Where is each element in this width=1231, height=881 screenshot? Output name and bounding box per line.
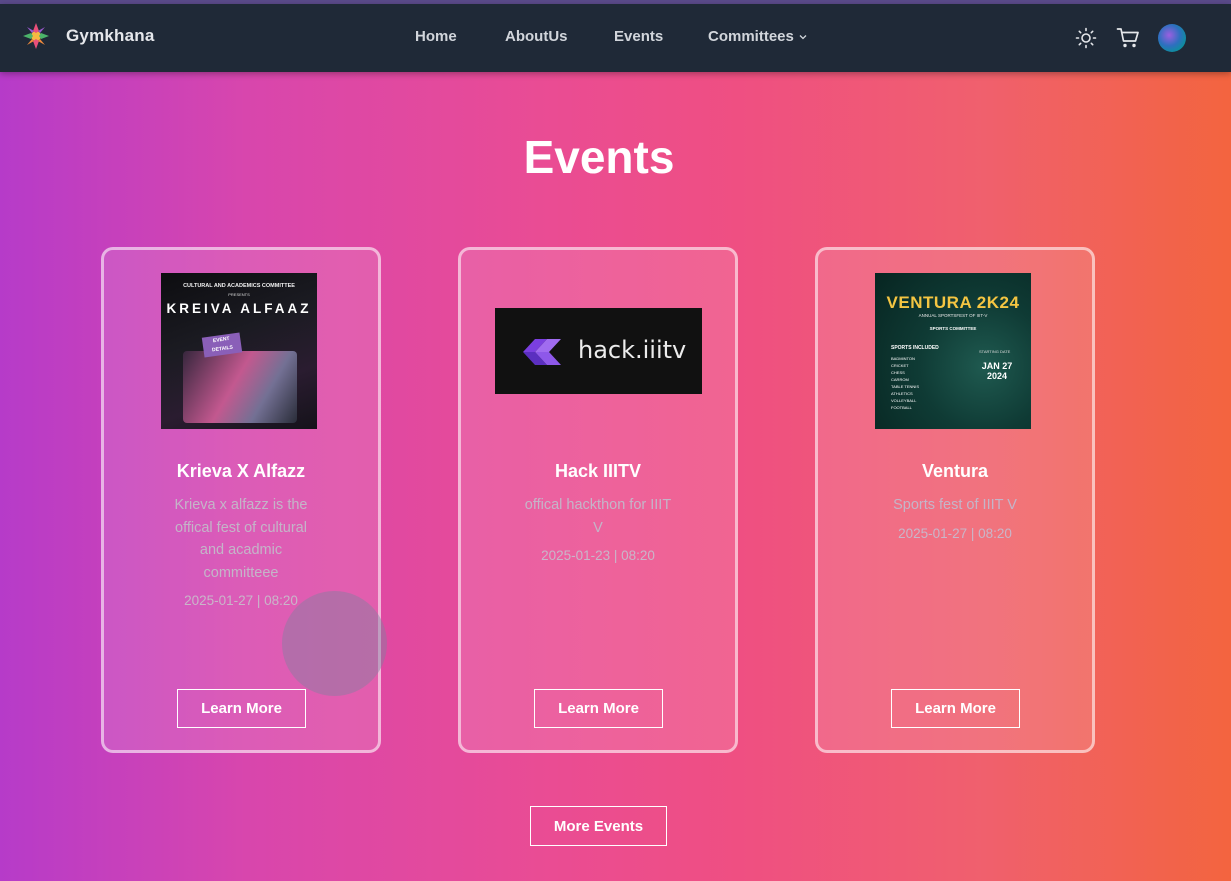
nav-aboutus[interactable]: AboutUs [505, 28, 568, 45]
theme-toggle-button[interactable] [1074, 26, 1098, 50]
learn-more-button[interactable]: Learn More [177, 689, 306, 728]
brand-name: Gymkhana [66, 26, 155, 45]
sport-item: FOOTBALL [891, 405, 912, 410]
sport-item: VOLLEYBALL [891, 398, 917, 403]
event-description: Sports fest of IIIT V [893, 497, 1017, 513]
event-date: 2025-01-27 | 08:20 [898, 526, 1012, 541]
poster-sports-heading: SPORTS INCLUDED [891, 345, 939, 351]
sport-item: BADMINTON [891, 356, 915, 361]
poster-details-panel [183, 351, 297, 423]
cart-button[interactable] [1116, 26, 1140, 50]
event-title: Ventura [921, 461, 989, 481]
poster-starting-label: STARTING DATE [979, 349, 1011, 354]
cursor-highlight [282, 591, 387, 696]
sport-item: CHESS [891, 370, 905, 375]
event-card-hack-iiitv: hack.iiitv Hack IIITV offical hackthon f… [458, 247, 738, 753]
event-date: 2025-01-23 | 08:20 [541, 548, 655, 563]
nav-committees[interactable]: Committees [708, 28, 808, 45]
avatar[interactable] [1158, 24, 1186, 52]
learn-more-button[interactable]: Learn More [534, 689, 663, 728]
poster-start-date: JAN 27 2024 [981, 361, 1013, 381]
poster-main-title: KREIVA ALFAAZ [166, 301, 312, 316]
cart-icon [1116, 28, 1139, 48]
hack-iiitv-logo-text: hack.iiitv [578, 336, 687, 364]
brand[interactable]: Gymkhana [20, 20, 155, 52]
poster-sub-text: PRESENTS [228, 292, 250, 297]
more-events-button[interactable]: More Events [530, 806, 667, 846]
event-poster-ventura: VENTURA 2K24 ANNUAL SPORTSFEST OF IIIT-V… [875, 273, 1031, 429]
event-description: Krieva x alfazz is the offical fest of c… [174, 497, 308, 581]
nav-committees-label: Committees [708, 28, 794, 45]
sport-item: CARROM [891, 377, 909, 382]
learn-more-button[interactable]: Learn More [891, 689, 1020, 728]
sport-item: ATHLETICS [891, 391, 913, 396]
event-title: Krieva X Alfazz [176, 461, 306, 481]
poster-title: VENTURA 2K24 [886, 293, 1020, 312]
nav-events[interactable]: Events [614, 28, 663, 45]
poster-committee: SPORTS COMMITTEE [929, 326, 977, 331]
event-title: Hack IIITV [554, 461, 642, 481]
gymkhana-logo-icon [23, 23, 49, 49]
event-poster-hack-iiitv: hack.iiitv [495, 308, 702, 394]
nav-icons [1074, 24, 1186, 52]
event-poster-krieva: CULTURAL AND ACADEMICS COMMITTEE PRESENT… [161, 273, 317, 429]
sport-item: TABLE TENNIS [891, 384, 920, 389]
poster-top-text: CULTURAL AND ACADEMICS COMMITTEE [183, 283, 295, 289]
poster-sports-list: BADMINTON CRICKET CHESS CARROM TABLE TEN… [891, 355, 919, 411]
nav-home[interactable]: Home [415, 28, 457, 45]
event-card-ventura: VENTURA 2K24 ANNUAL SPORTSFEST OF IIIT-V… [815, 247, 1095, 753]
sun-icon [1075, 27, 1097, 49]
page-title: Events [523, 131, 675, 183]
sport-item: CRICKET [891, 363, 909, 368]
event-description: offical hackthon for IIIT V [524, 497, 672, 536]
navbar: Gymkhana Home AboutUs Events Committees [0, 4, 1231, 72]
poster-subtitle: ANNUAL SPORTSFEST OF IIIT-V [918, 313, 988, 318]
chevron-down-icon [799, 34, 807, 39]
